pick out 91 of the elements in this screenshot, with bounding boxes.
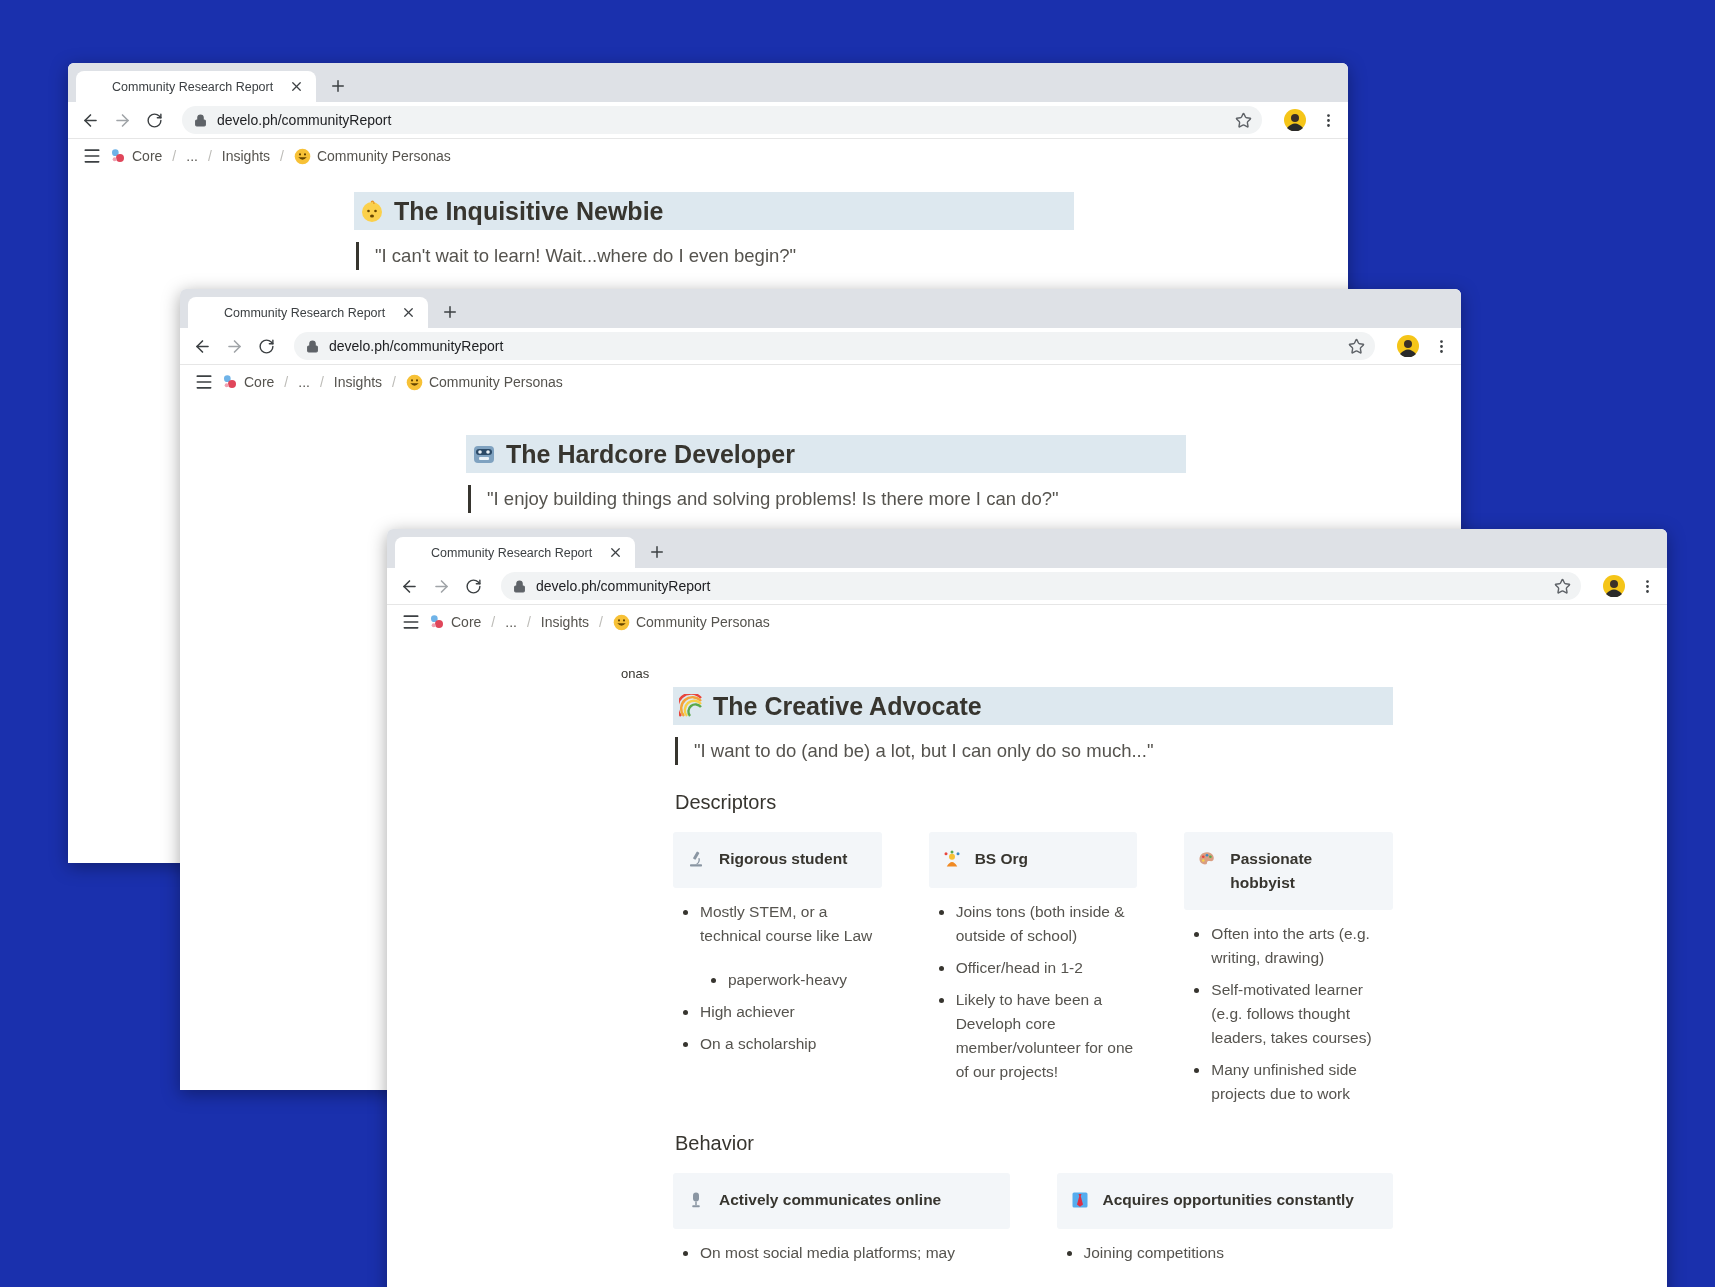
bullet-dot xyxy=(683,1042,688,1047)
bullet-text: Mostly STEM, or a technical course like Law xyxy=(700,902,874,946)
reload-icon[interactable] xyxy=(144,110,164,130)
bullet-text: Often into the arts (e.g. writing, drawing) xyxy=(1211,924,1371,968)
bullet-dot xyxy=(1194,932,1200,937)
bullet-text: Joining competitions xyxy=(1083,1243,1224,1263)
breadcrumb-link[interactable]: ... xyxy=(186,148,198,164)
star-icon[interactable] xyxy=(1554,577,1571,595)
bullet-text: On a scholarship xyxy=(700,1034,817,1054)
bullet-dot xyxy=(938,998,944,1003)
lock-icon xyxy=(194,113,207,127)
address-bar[interactable]: develo.ph/communityReport xyxy=(182,106,1262,134)
bullet-dot xyxy=(938,966,944,971)
menu-icon[interactable] xyxy=(401,612,421,632)
card-title: Acquires opportunities constantly xyxy=(1102,1190,1354,1210)
breadcrumb-separator: / xyxy=(599,614,603,630)
breadcrumb-link[interactable]: Core xyxy=(222,374,275,390)
address-bar[interactable]: develo.ph/communityReport xyxy=(501,572,1581,600)
lock-icon xyxy=(306,339,319,353)
avatar-icon[interactable] xyxy=(1284,109,1306,131)
breadcrumb-separator: / xyxy=(392,374,396,390)
card-title: Actively communicates online xyxy=(719,1190,942,1210)
breadcrumb-link[interactable]: Community Personas xyxy=(405,373,563,391)
logo-icon xyxy=(429,614,445,630)
logo-icon xyxy=(110,148,126,164)
breadcrumb-separator: / xyxy=(319,374,324,390)
page-text-fragment: onas xyxy=(621,664,651,683)
breadcrumb-separator: / xyxy=(172,148,177,164)
bullet-dot xyxy=(938,910,944,915)
avatar-icon[interactable] xyxy=(1603,575,1625,597)
bullet-text: paperwork-heavy xyxy=(728,970,847,990)
breadcrumb-link[interactable]: Insights xyxy=(221,148,271,164)
persona-quote: "I enjoy building things and solving problems! Is there more I can do?" xyxy=(468,485,1186,513)
juggler-icon xyxy=(942,850,961,868)
smiley-icon xyxy=(405,373,423,391)
breadcrumb-link[interactable]: Community Personas xyxy=(612,613,770,631)
section-heading: Behavior xyxy=(675,1132,755,1155)
smiley-icon xyxy=(293,147,311,165)
card-title: BS Org xyxy=(974,849,1029,869)
necktie-icon xyxy=(1070,1191,1089,1209)
card-title: Rigorous student xyxy=(719,849,848,869)
star-icon[interactable] xyxy=(1235,111,1252,129)
breadcrumb-separator: / xyxy=(284,374,289,390)
section-heading: Descriptors xyxy=(675,791,778,814)
bullet-text: On most social media platforms; may xyxy=(700,1243,955,1263)
breadcrumb-link[interactable]: Core xyxy=(429,614,482,630)
persona-title: The Inquisitive Newbie xyxy=(394,196,664,226)
baby-face-icon xyxy=(360,199,384,223)
bullet-dot xyxy=(683,1010,688,1015)
bullet-dot xyxy=(683,910,688,915)
persona-title: The Creative Advocate xyxy=(713,691,982,721)
breadcrumb-separator: / xyxy=(526,614,531,630)
menu-icon[interactable] xyxy=(82,146,102,166)
breadcrumb-link[interactable]: ... xyxy=(505,614,517,630)
microscope-icon xyxy=(687,850,705,868)
bullet-dot xyxy=(1194,1068,1200,1073)
browser-tab[interactable]: Community Research Report xyxy=(188,297,428,328)
breadcrumb-separator: / xyxy=(207,148,212,164)
breadcrumb-separator: / xyxy=(280,148,284,164)
lock-icon xyxy=(513,579,526,593)
breadcrumb-link[interactable]: Insights xyxy=(540,614,590,630)
breadcrumb-link[interactable]: Insights xyxy=(333,374,383,390)
card-title: Passionate hobbyist xyxy=(1230,849,1314,893)
bullet-dot xyxy=(1066,1251,1072,1256)
rainbow-icon xyxy=(679,694,703,718)
persona-title: The Hardcore Developer xyxy=(506,439,795,469)
bullet-text: Joins tons (both inside & outside of school) xyxy=(955,902,1126,946)
breadcrumb-link[interactable]: Core xyxy=(110,148,163,164)
bullet-text: Self-motivated learner (e.g. follows thought leaders, takes courses) xyxy=(1211,980,1373,1048)
reload-icon[interactable] xyxy=(256,336,276,356)
bullet-text: High achiever xyxy=(700,1002,795,1022)
persona-quote: "I want to do (and be) a lot, but I can only do so much..." xyxy=(675,737,1393,765)
bullet-text: Officer/head in 1-2 xyxy=(955,958,1083,978)
browser-tab[interactable]: Community Research Report xyxy=(76,71,316,102)
avatar-icon[interactable] xyxy=(1397,335,1419,357)
breadcrumb-link[interactable]: Community Personas xyxy=(293,147,451,165)
bullet-text: Many unfinished side projects due to work xyxy=(1211,1060,1358,1104)
reload-icon[interactable] xyxy=(463,576,483,596)
persona-quote: "I can't wait to learn! Wait...where do I even begin?" xyxy=(356,242,1074,270)
menu-icon[interactable] xyxy=(194,372,214,392)
breadcrumb-link[interactable]: ... xyxy=(298,374,310,390)
address-bar[interactable]: develo.ph/communityReport xyxy=(294,332,1375,360)
star-icon[interactable] xyxy=(1348,337,1365,355)
bullet-dot xyxy=(1194,988,1200,993)
bullet-text: Likely to have been a Developh core member/volunteer for one of our projects! xyxy=(955,990,1135,1082)
breadcrumb-separator: / xyxy=(491,614,496,630)
bullet-dot xyxy=(711,978,716,983)
bullet-dot xyxy=(683,1251,688,1256)
smiley-icon xyxy=(612,613,630,631)
browser-tab[interactable]: Community Research Report xyxy=(395,537,635,568)
logo-icon xyxy=(222,374,238,390)
